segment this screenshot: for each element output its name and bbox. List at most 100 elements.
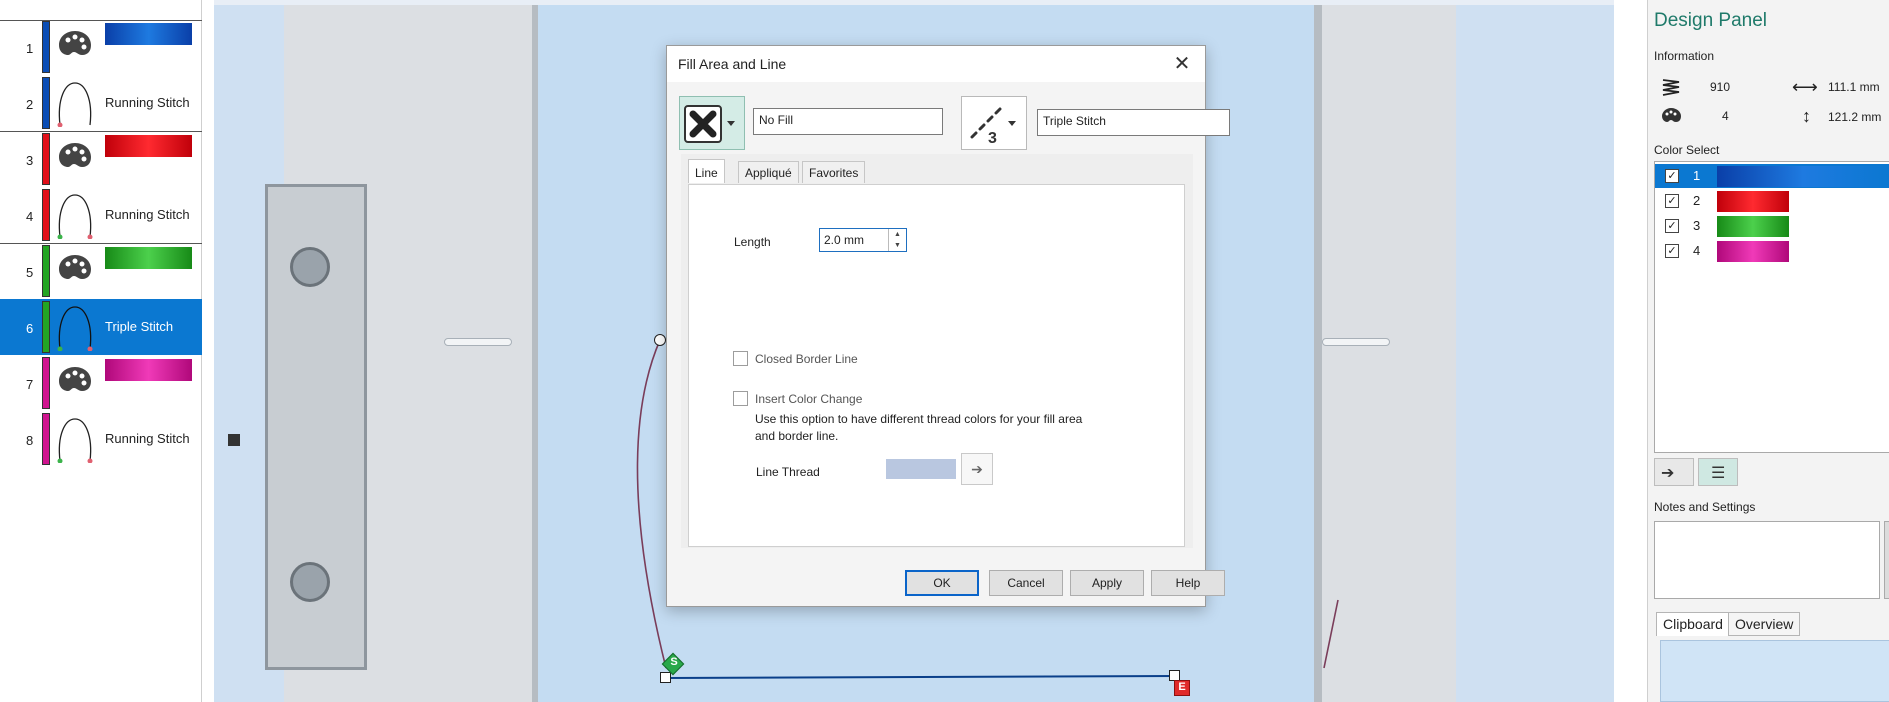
thread-picker-button[interactable]: ➔ [961, 453, 993, 485]
color-bar [42, 357, 50, 409]
color-number: 1 [1693, 168, 1701, 183]
path-node[interactable] [654, 334, 666, 346]
end-marker-label: E [1178, 681, 1186, 693]
tab-favorites[interactable]: Favorites [802, 161, 866, 183]
sequence-row-stitch[interactable]: 8 Running Stitch [0, 411, 202, 467]
notes-label: Notes and Settings [1654, 500, 1756, 514]
palette-icon [1662, 108, 1681, 122]
line-thread-swatch [886, 459, 956, 479]
color-bar [42, 77, 50, 129]
color-bar [42, 245, 50, 297]
length-stepper[interactable]: ▲ ▼ [888, 229, 906, 251]
fill-name-field[interactable]: No Fill [753, 108, 943, 135]
color-bar [42, 133, 50, 185]
cancel-button[interactable]: Cancel [989, 570, 1063, 596]
line-name-field[interactable]: Triple Stitch [1037, 109, 1230, 136]
design-height: 121.2 mm [1828, 110, 1882, 124]
stitch-outline-icon [55, 79, 95, 128]
stitch-label: Running Stitch [105, 95, 190, 110]
list-icon: ☰ [1711, 465, 1726, 482]
help-button[interactable]: Help [1151, 570, 1225, 596]
sequence-row-stitch[interactable]: 2 Running Stitch [0, 75, 202, 131]
ok-button[interactable]: OK [905, 570, 979, 596]
stitch-outline-icon [55, 415, 95, 464]
length-value: 2.0 mm [824, 233, 865, 247]
closed-border-checkbox[interactable] [733, 351, 748, 366]
thread-swatch [105, 135, 192, 157]
tab-line[interactable]: Line [688, 159, 725, 183]
notes-side-buttons[interactable] [1884, 521, 1889, 599]
color-bar [42, 189, 50, 241]
color-select-row[interactable]: ✓ 3 [1655, 214, 1889, 238]
sequence-row-color[interactable]: 5 [0, 243, 202, 299]
stitch-outline-icon [55, 191, 95, 240]
sequence-number: 8 [26, 433, 34, 448]
palette-arrow-icon: ➔ [971, 461, 983, 477]
sequence-row-stitch[interactable]: 4 Running Stitch [0, 187, 202, 243]
color-swatch [1717, 216, 1789, 237]
thread-swatch [105, 359, 192, 381]
information-label: Information [1654, 49, 1715, 63]
design-panel: Design Panel Information 910 ⟷ 111.1 mm … [1647, 0, 1889, 702]
stitch-outline-icon [55, 303, 95, 352]
stitch-count: 910 [1710, 80, 1731, 94]
sequence-row-color[interactable]: 3 [0, 131, 202, 187]
apply-button[interactable]: Apply [1070, 570, 1144, 596]
stitch-count-icon [1662, 79, 1680, 96]
color-bar [42, 301, 50, 353]
color-swatch [1717, 241, 1789, 262]
palette-icon [55, 359, 95, 407]
fill-type-button[interactable] [679, 96, 745, 150]
line-tab-panel: Length 2.0 mm ▲ ▼ Closed Border Line Inse… [688, 184, 1185, 547]
sequence-number: 3 [26, 153, 34, 168]
stitch-label: Running Stitch [105, 207, 190, 222]
notes-textarea[interactable] [1654, 521, 1880, 599]
thread-swatch [105, 23, 192, 45]
palette-icon [55, 23, 95, 71]
line-type-button[interactable]: 3 [961, 96, 1027, 150]
height-icon: ↕ [1802, 106, 1811, 126]
panel-title: Design Panel [1654, 10, 1768, 31]
color-checkbox[interactable]: ✓ [1665, 244, 1679, 258]
color-checkbox[interactable]: ✓ [1665, 169, 1679, 183]
sequence-row-color[interactable]: 1 [0, 19, 202, 75]
apply-color-button[interactable]: ➔ [1654, 458, 1694, 486]
fill-area-line-dialog: Fill Area and Line ✕ No Fill 3 Triple St… [666, 45, 1230, 607]
stitch-label: Triple Stitch [105, 319, 174, 334]
close-icon[interactable]: ✕ [1167, 50, 1197, 78]
insert-color-description: Use this option to have different thread… [755, 412, 1083, 443]
tab-overview[interactable]: Overview [1728, 612, 1801, 636]
svg-text:3: 3 [988, 130, 997, 147]
tab-applique[interactable]: Appliqué [738, 161, 799, 183]
color-number: 3 [1693, 218, 1701, 233]
closed-border-label: Closed Border Line [755, 352, 858, 366]
sort-colors-button[interactable]: ☰ [1698, 458, 1738, 486]
insert-color-change-label: Insert Color Change [755, 392, 863, 406]
length-input[interactable]: 2.0 mm ▲ ▼ [819, 228, 907, 252]
width-icon: ⟷ [1792, 77, 1818, 97]
color-select-label: Color Select [1654, 143, 1720, 157]
stitch-label: Running Stitch [105, 431, 190, 446]
sequence-row-stitch-selected[interactable]: 6 Triple Stitch [0, 299, 202, 355]
thread-swatch [105, 247, 192, 269]
color-number: 4 [1693, 243, 1701, 258]
dialog-titlebar: Fill Area and Line ✕ [667, 46, 1205, 82]
sequence-number: 6 [26, 321, 34, 336]
color-select-row[interactable]: ✓ 2 [1655, 189, 1889, 213]
color-select-row[interactable]: ✓ 4 [1655, 239, 1889, 263]
insert-color-change-checkbox[interactable] [733, 391, 748, 406]
length-label: Length [734, 235, 771, 249]
clipboard-area[interactable] [1660, 640, 1889, 702]
tab-clipboard[interactable]: Clipboard [1656, 612, 1730, 636]
palette-icon [55, 135, 95, 183]
sequence-panel: 1 2 Running Stitch 3 4 Running Stitch 5 [0, 0, 202, 702]
sequence-number: 1 [26, 41, 34, 56]
path-node[interactable] [660, 672, 671, 683]
sequence-number: 5 [26, 265, 34, 280]
sequence-number: 2 [26, 97, 34, 112]
color-checkbox[interactable]: ✓ [1665, 194, 1679, 208]
sequence-row-color[interactable]: 7 [0, 355, 202, 411]
no-fill-icon [684, 105, 735, 143]
color-select-row[interactable]: ✓ 1 [1655, 164, 1889, 188]
color-checkbox[interactable]: ✓ [1665, 219, 1679, 233]
